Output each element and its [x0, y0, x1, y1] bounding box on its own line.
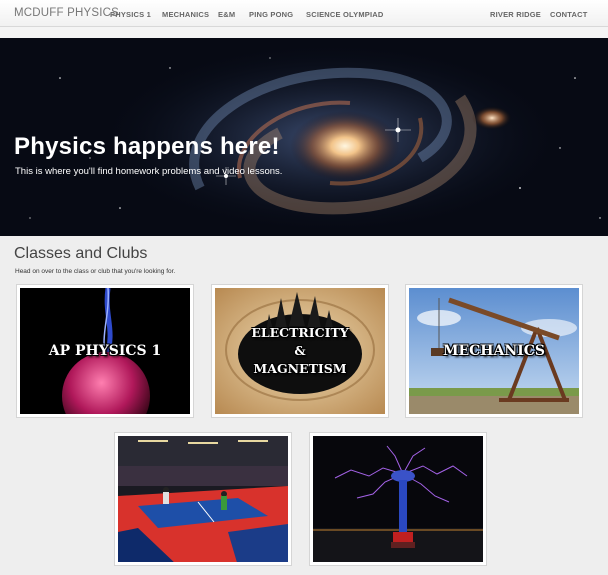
- card-label-line-1: ELECTRICITY: [251, 325, 349, 340]
- card-science-olympiad[interactable]: [309, 432, 487, 566]
- nav-link-em[interactable]: E&M: [218, 10, 235, 19]
- card-ap-physics-1[interactable]: AP PHYSICS 1: [16, 284, 194, 418]
- card-label-line-2: &: [294, 343, 306, 358]
- hero-title: Physics happens here!: [14, 133, 280, 160]
- nav-link-river-ridge[interactable]: RIVER RIDGE: [490, 10, 541, 19]
- nav-link-physics-1[interactable]: PHYSICS 1: [110, 10, 151, 19]
- card-label: MECHANICS: [443, 343, 545, 359]
- nav-spacer: [0, 27, 608, 38]
- ping-pong-arena-image: [118, 436, 288, 562]
- nav-link-contact[interactable]: CONTACT: [550, 10, 588, 19]
- section-subtitle: Head on over to the class or club that y…: [15, 268, 176, 275]
- card-electricity-magnetism[interactable]: ELECTRICITY & MAGNETISM: [211, 284, 389, 418]
- top-navbar: MCDUFF PHYSICS PHYSICS 1 MECHANICS E&M P…: [0, 0, 608, 27]
- nav-link-ping-pong[interactable]: PING PONG: [249, 10, 293, 19]
- hero-banner: Physics happens here! This is where you'…: [0, 38, 608, 236]
- card-label: AP PHYSICS 1: [48, 343, 162, 359]
- hero-subtitle: This is where you'll find homework probl…: [15, 166, 283, 177]
- card-mechanics[interactable]: MECHANICS: [405, 284, 583, 418]
- card-ping-pong[interactable]: [114, 432, 292, 566]
- section-title: Classes and Clubs: [14, 245, 148, 262]
- card-label-line-3: MAGNETISM: [253, 361, 347, 376]
- nav-link-science-olympiad[interactable]: SCIENCE OLYMPIAD: [306, 10, 384, 19]
- brand-link[interactable]: MCDUFF PHYSICS: [14, 7, 119, 19]
- tesla-coil-image: [313, 436, 483, 562]
- nav-link-mechanics[interactable]: MECHANICS: [162, 10, 209, 19]
